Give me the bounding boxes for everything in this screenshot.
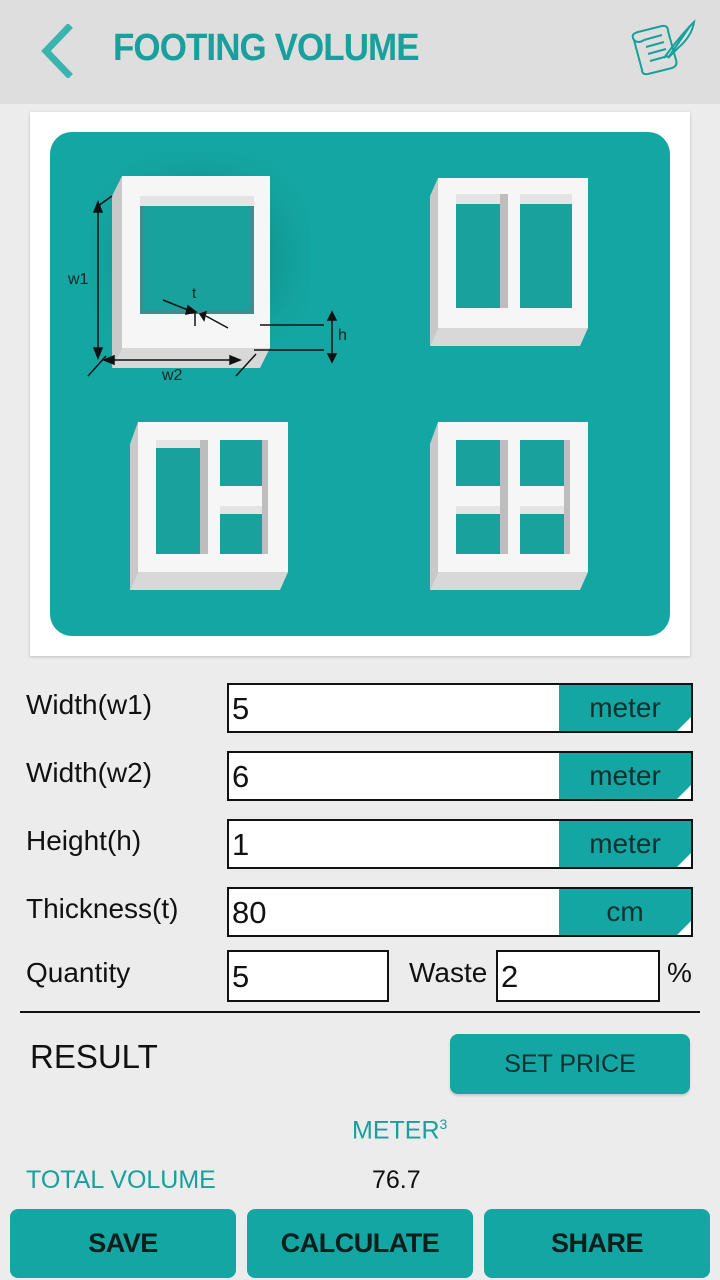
height-field[interactable]: 1 meter xyxy=(227,819,693,869)
quantity-field[interactable]: 5 xyxy=(227,950,389,1002)
footing-variant-three-cell xyxy=(130,422,288,590)
width-w1-unit-selector[interactable]: meter xyxy=(559,685,691,731)
width-w2-value[interactable]: 6 xyxy=(232,759,249,795)
waste-field[interactable]: 2 xyxy=(496,950,660,1002)
back-button[interactable] xyxy=(36,23,80,79)
page-title: FOOTING VOLUME xyxy=(113,27,420,69)
quantity-value[interactable]: 5 xyxy=(232,959,249,995)
thickness-unit-selector[interactable]: cm xyxy=(559,889,691,935)
result-heading: RESULT xyxy=(30,1038,158,1075)
result-unit-exponent: 3 xyxy=(439,1116,448,1132)
width-w1-label: Width(w1) xyxy=(26,689,153,720)
width-w2-label: Width(w2) xyxy=(26,757,153,788)
chevron-left-icon xyxy=(41,23,73,79)
app-header: FOOTING VOLUME xyxy=(0,0,720,104)
width-w2-unit-selector[interactable]: meter xyxy=(559,753,691,799)
thickness-value[interactable]: 80 xyxy=(232,895,266,931)
result-unit-label: METER3 xyxy=(352,1116,447,1145)
total-volume-value: 76.7 xyxy=(372,1166,421,1194)
share-button[interactable]: SHARE xyxy=(484,1209,710,1278)
section-divider xyxy=(20,1011,700,1013)
total-volume-label: TOTAL VOLUME xyxy=(26,1166,216,1194)
waste-value[interactable]: 2 xyxy=(501,959,518,995)
width-w2-field[interactable]: 6 meter xyxy=(227,751,693,801)
calculate-button[interactable]: CALCULATE xyxy=(247,1209,473,1278)
dim-label-h: h xyxy=(338,327,347,344)
thickness-field[interactable]: 80 cm xyxy=(227,887,693,937)
footing-variant-two-cell xyxy=(430,178,588,346)
footing-variant-single: w1 w2 h t xyxy=(67,152,347,384)
height-label: Height(h) xyxy=(26,825,142,856)
set-price-button[interactable]: SET PRICE xyxy=(450,1034,690,1094)
footing-diagram-illustration: w1 w2 h t xyxy=(67,152,588,590)
height-value[interactable]: 1 xyxy=(232,827,249,863)
quantity-label: Quantity xyxy=(26,957,131,988)
width-w1-value[interactable]: 5 xyxy=(232,691,249,727)
footing-diagram: w1 w2 h t xyxy=(50,132,670,636)
thickness-label: Thickness(t) xyxy=(26,893,179,924)
footing-variant-four-cell xyxy=(430,422,588,590)
dim-label-w2: w2 xyxy=(161,367,183,384)
scroll-quill-icon xyxy=(631,19,696,76)
dim-label-w1: w1 xyxy=(67,271,89,288)
result-unit-text: METER xyxy=(352,1116,440,1145)
width-w1-field[interactable]: 5 meter xyxy=(227,683,693,733)
height-unit-selector[interactable]: meter xyxy=(559,821,691,867)
diagram-card: w1 w2 h t xyxy=(30,112,690,656)
waste-percent-suffix: % xyxy=(667,957,692,988)
waste-label: Waste xyxy=(409,957,488,988)
notes-button[interactable] xyxy=(628,18,700,80)
save-button[interactable]: SAVE xyxy=(10,1209,236,1278)
